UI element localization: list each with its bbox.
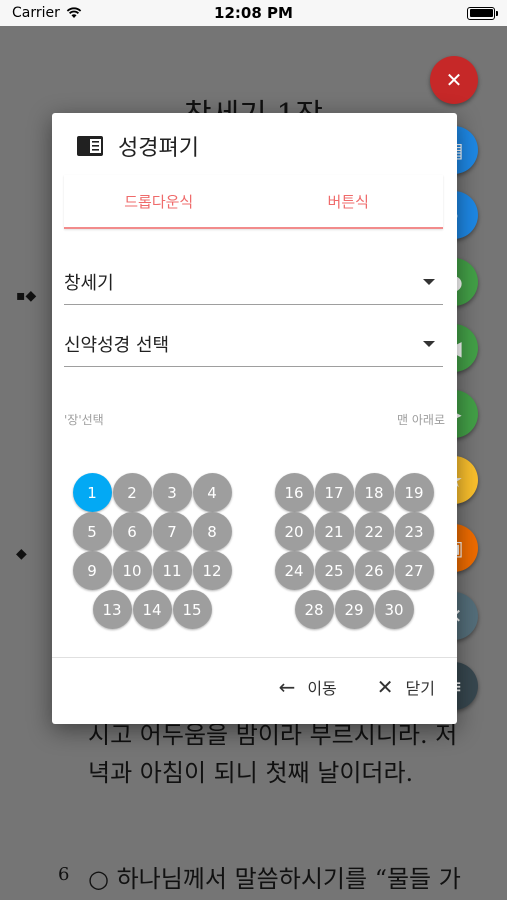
chapter-number: 7 <box>152 512 192 551</box>
chapter-button-15[interactable]: 15 <box>172 590 212 629</box>
chapter-button-20[interactable]: 20 <box>274 512 314 551</box>
chapter-button-7[interactable]: 7 <box>152 512 192 551</box>
chapter-number: 29 <box>334 590 374 629</box>
move-label: 이동 <box>307 679 337 698</box>
tab-buttons[interactable]: 버튼식 <box>254 175 444 227</box>
scroll-to-bottom-link[interactable]: 맨 아래로 <box>397 411 445 428</box>
status-bar: Carrier 12:08 PM <box>0 0 507 26</box>
mode-tabs: 드롭다운식 버튼식 <box>64 175 443 229</box>
chapter-button-14[interactable]: 14 <box>132 590 172 629</box>
book-select[interactable]: 창세기 <box>64 265 443 305</box>
chapter-grid-right: 16 17 18 19 20 21 22 23 24 25 26 27 28 29 30 <box>274 473 434 629</box>
chapter-button-12[interactable]: 12 <box>192 551 232 590</box>
chapter-button-3[interactable]: 3 <box>152 473 192 512</box>
chapter-number: 25 <box>314 551 354 590</box>
chapter-button-13[interactable]: 13 <box>92 590 132 629</box>
battery-icon <box>467 6 498 20</box>
wifi-icon <box>66 7 82 18</box>
verse-6-text: ○ 하나님께서 말씀하시기를 “물들 가운데 창공이 있으라. 창공은 <box>88 865 461 893</box>
chapter-number: 22 <box>354 512 394 551</box>
chapter-number: 2 <box>112 473 152 512</box>
comment-location-icon[interactable]: ▪◆ <box>16 288 36 304</box>
chapter-number: 3 <box>152 473 192 512</box>
chapter-number: 28 <box>294 590 334 629</box>
verse-6-number: 6 <box>58 864 70 885</box>
dropdown-arrow-icon <box>423 340 435 347</box>
chapter-number: 5 <box>72 512 112 551</box>
chapter-button-21[interactable]: 21 <box>314 512 354 551</box>
chapter-number: 23 <box>394 512 434 551</box>
chapter-button-11[interactable]: 11 <box>152 551 192 590</box>
chapter-button-30[interactable]: 30 <box>374 590 414 629</box>
chapter-number: 10 <box>112 551 152 590</box>
close-icon: ✕ <box>445 68 463 92</box>
chapter-number: 6 <box>112 512 152 551</box>
chapter-number: 16 <box>274 473 314 512</box>
tab-dropdown[interactable]: 드롭다운식 <box>64 175 254 227</box>
chapter-number: 11 <box>152 551 192 590</box>
close-label: 닫기 <box>405 679 435 698</box>
status-left: Carrier <box>12 5 82 21</box>
chapter-button-25[interactable]: 25 <box>314 551 354 590</box>
fab-close[interactable]: ✕ <box>430 56 478 104</box>
divider <box>52 657 457 658</box>
chapter-number: 30 <box>374 590 414 629</box>
chapter-number: 21 <box>314 512 354 551</box>
chapter-button-5[interactable]: 5 <box>72 512 112 551</box>
chapter-button-18[interactable]: 18 <box>354 473 394 512</box>
chapter-number: 19 <box>394 473 434 512</box>
chapter-number: 26 <box>354 551 394 590</box>
dialog-header: 성경펴기 <box>76 131 199 161</box>
chapter-number: 12 <box>192 551 232 590</box>
chapter-number: 17 <box>314 473 354 512</box>
carrier-label: Carrier <box>12 5 60 21</box>
testament-select-value: 신약성경 선택 <box>64 334 170 356</box>
dialog-title: 성경펴기 <box>118 136 199 161</box>
open-bible-dialog: 성경펴기 드롭다운식 버튼식 창세기 신약성경 선택 '장'선택 맨 아래로 1… <box>52 113 457 724</box>
book-select-value: 창세기 <box>64 272 114 294</box>
chapter-number: 9 <box>72 551 112 590</box>
chapter-button-29[interactable]: 29 <box>334 590 374 629</box>
chapter-button-19[interactable]: 19 <box>394 473 434 512</box>
chapter-select-label: '장'선택 <box>64 413 104 427</box>
chapter-button-22[interactable]: 22 <box>354 512 394 551</box>
close-icon: ✕ <box>376 675 394 699</box>
location-pin-icon[interactable]: ◆ <box>16 546 27 562</box>
chapter-number: 14 <box>132 590 172 629</box>
chapter-button-2[interactable]: 2 <box>112 473 152 512</box>
chapter-button-23[interactable]: 23 <box>394 512 434 551</box>
chapter-number: 18 <box>354 473 394 512</box>
chapter-button-26[interactable]: 26 <box>354 551 394 590</box>
chapter-button-24[interactable]: 24 <box>274 551 314 590</box>
chapter-number: 4 <box>192 473 232 512</box>
arrow-left-icon: ← <box>278 675 296 699</box>
chapter-grid-left: 1 2 3 4 5 6 7 8 9 10 11 12 13 14 15 <box>72 473 232 629</box>
chapter-button-17[interactable]: 17 <box>314 473 354 512</box>
chapter-number: 13 <box>92 590 132 629</box>
status-time: 12:08 PM <box>214 4 293 22</box>
chapter-button-6[interactable]: 6 <box>112 512 152 551</box>
move-button[interactable]: ← 이동 <box>279 675 337 699</box>
chapter-button-1[interactable]: 1 <box>72 473 112 512</box>
chapter-number: 1 <box>72 473 112 512</box>
book-icon <box>77 136 103 156</box>
chapter-button-10[interactable]: 10 <box>112 551 152 590</box>
chapter-button-8[interactable]: 8 <box>192 512 232 551</box>
chapter-number: 15 <box>172 590 212 629</box>
chapter-number: 24 <box>274 551 314 590</box>
chapter-button-9[interactable]: 9 <box>72 551 112 590</box>
chapter-button-4[interactable]: 4 <box>192 473 232 512</box>
close-button[interactable]: ✕ 닫기 <box>377 675 435 699</box>
chapter-number: 27 <box>394 551 434 590</box>
testament-select[interactable]: 신약성경 선택 <box>64 327 443 367</box>
chapter-button-28[interactable]: 28 <box>294 590 334 629</box>
dropdown-arrow-icon <box>423 278 435 285</box>
chapter-number: 20 <box>274 512 314 551</box>
dialog-actions: ← 이동 ✕ 닫기 <box>279 675 435 699</box>
chapter-number: 8 <box>192 512 232 551</box>
chapter-button-27[interactable]: 27 <box>394 551 434 590</box>
chapter-button-16[interactable]: 16 <box>274 473 314 512</box>
verse-5-tail: 시고 어두움을 밤이라 부르시니라. 저녁과 아침이 되니 첫째 날이더라. <box>88 721 458 787</box>
